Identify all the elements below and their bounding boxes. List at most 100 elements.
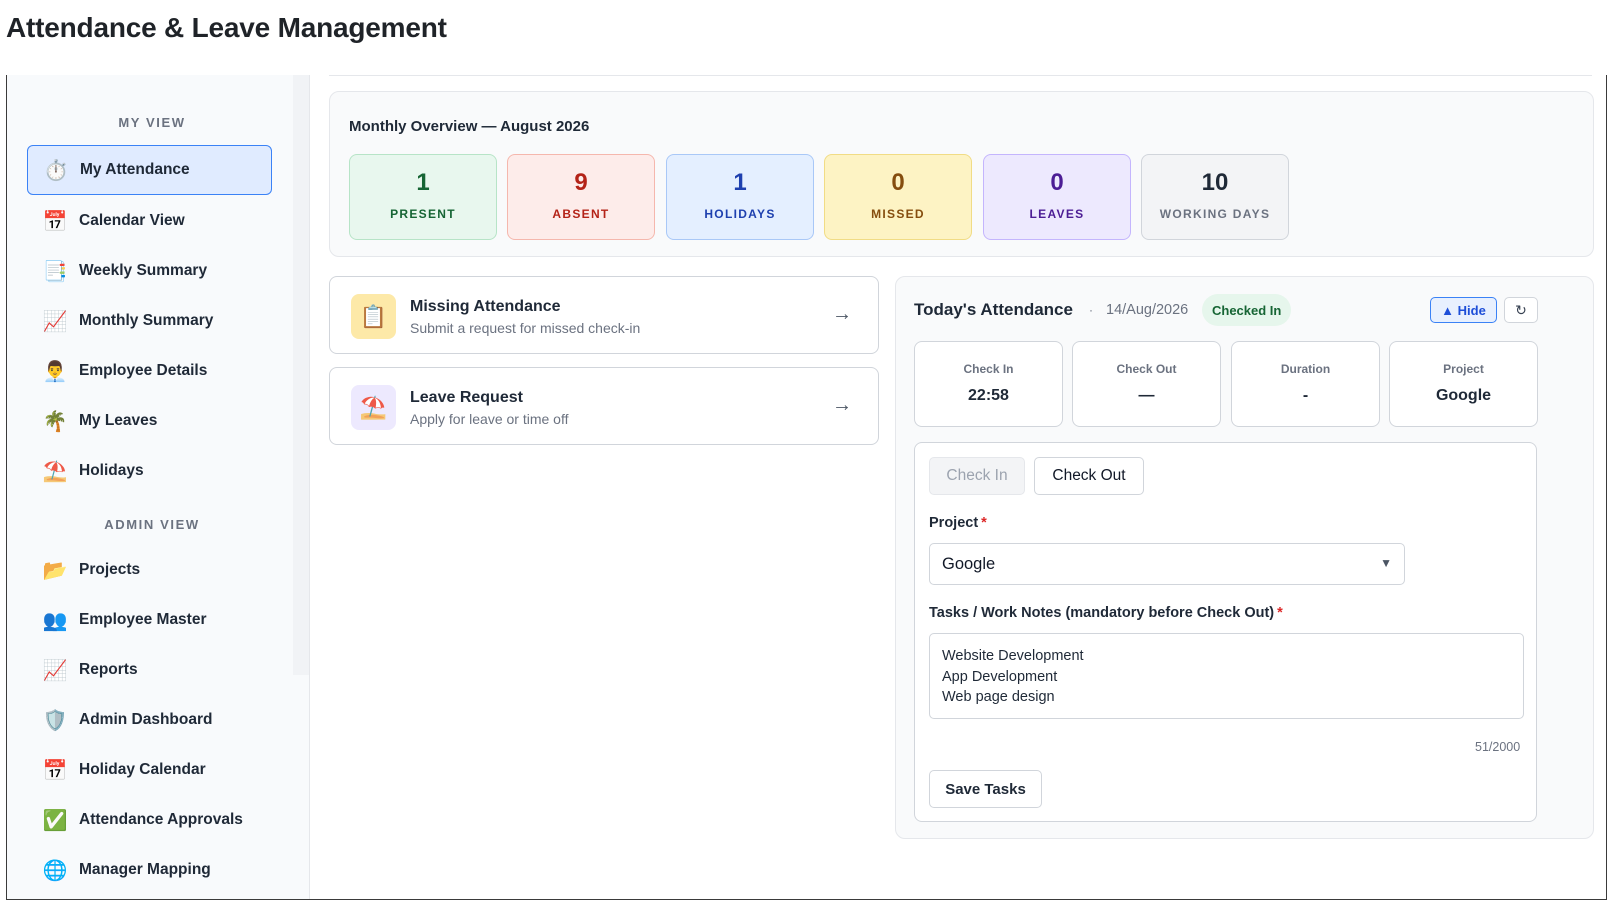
info-label: Check Out bbox=[1116, 362, 1177, 376]
leave-request-card[interactable]: ⛱️ Leave Request Apply for leave or time… bbox=[329, 367, 879, 445]
stat-value: 1 bbox=[733, 169, 747, 196]
refresh-button[interactable]: ↻ bbox=[1504, 297, 1538, 323]
sidebar-item-label: Monthly Summary bbox=[79, 312, 214, 329]
stat-card-leaves: 0 LEAVES bbox=[983, 154, 1131, 240]
check-in-info-card: Check In 22:58 bbox=[914, 341, 1063, 427]
duration-info-card: Duration - bbox=[1231, 341, 1380, 427]
save-tasks-button[interactable]: Save Tasks bbox=[929, 770, 1042, 808]
project-label-text: Project bbox=[929, 515, 979, 531]
stat-label: ABSENT bbox=[552, 207, 610, 221]
stat-label: PRESENT bbox=[390, 207, 456, 221]
card-title: Missing Attendance bbox=[410, 298, 561, 315]
sidebar-item-holidays[interactable]: ⛱️ Holidays bbox=[27, 446, 272, 496]
page-title: Attendance & Leave Management bbox=[6, 12, 447, 43]
stat-value: 1 bbox=[416, 169, 430, 196]
beach-umbrella-icon: ⛱️ bbox=[351, 385, 396, 430]
sidebar-item-employee-details[interactable]: 👨‍💼 Employee Details bbox=[27, 346, 272, 396]
stat-card-missed: 0 MISSED bbox=[824, 154, 972, 240]
sidebar-item-label: Employee Master bbox=[79, 611, 207, 628]
monthly-overview-panel: Monthly Overview — August 2026 1 PRESENT… bbox=[329, 91, 1594, 257]
sidebar-item-projects[interactable]: 📂 Projects bbox=[27, 545, 272, 595]
check-mark-icon: ✅ bbox=[42, 809, 68, 832]
check-out-button[interactable]: Check Out bbox=[1034, 457, 1144, 495]
sidebar-scrollbar[interactable] bbox=[293, 75, 309, 675]
palm-tree-icon: 🌴 bbox=[42, 410, 68, 433]
calendar-icon: 📅 bbox=[42, 210, 68, 233]
info-label: Project bbox=[1443, 362, 1484, 376]
sidebar-item-weekly-summary[interactable]: 📑 Weekly Summary bbox=[27, 246, 272, 296]
tasks-label-text: Tasks / Work Notes (mandatory before Che… bbox=[929, 605, 1275, 621]
info-value: Google bbox=[1435, 387, 1492, 404]
todays-attendance-title: Today's Attendance bbox=[914, 300, 1073, 319]
sidebar-item-label: My Attendance bbox=[80, 161, 190, 178]
attendance-form: Check In Check Out Project * Google ▼ Tas… bbox=[914, 442, 1537, 822]
missing-attendance-card[interactable]: 📋 Missing Attendance Submit a request fo… bbox=[329, 276, 879, 354]
required-mark: * bbox=[981, 515, 987, 531]
check-out-info-card: Check Out — bbox=[1072, 341, 1221, 427]
calendar-icon: 📅 bbox=[42, 759, 68, 782]
chart-up-icon: 📈 bbox=[42, 659, 68, 682]
project-info-card: Project Google bbox=[1389, 341, 1538, 427]
sidebar-item-label: My Leaves bbox=[79, 412, 158, 429]
stat-value: 9 bbox=[574, 169, 588, 196]
divider bbox=[329, 75, 1592, 76]
stat-value: 0 bbox=[1050, 169, 1064, 196]
stat-card-absent: 9 ABSENT bbox=[507, 154, 655, 240]
sidebar-item-label: Admin Dashboard bbox=[79, 711, 213, 728]
sidebar-item-employee-master[interactable]: 👥 Employee Master bbox=[27, 595, 272, 645]
sidebar-item-attendance-approvals[interactable]: ✅ Attendance Approvals bbox=[27, 795, 272, 845]
task-line: Website Development bbox=[942, 648, 1084, 664]
chart-up-icon: 📈 bbox=[42, 310, 68, 333]
sidebar-item-label: Weekly Summary bbox=[79, 262, 208, 279]
stopwatch-icon: ⏱️ bbox=[43, 159, 69, 182]
sidebar-item-admin-dashboard[interactable]: 🛡️ Admin Dashboard bbox=[27, 695, 272, 745]
card-subtitle: Apply for leave or time off bbox=[410, 411, 569, 427]
info-value: 22:58 bbox=[968, 387, 1009, 404]
sidebar-item-label: Reports bbox=[79, 661, 138, 678]
sidebar-item-holiday-calendar[interactable]: 📅 Holiday Calendar bbox=[27, 745, 272, 795]
sidebar-item-label: Attendance Approvals bbox=[79, 811, 243, 828]
sidebar-item-label: Holidays bbox=[79, 462, 144, 479]
sidebar-item-reports[interactable]: 📈 Reports bbox=[27, 645, 272, 695]
section-title-admin-view: ADMIN VIEW bbox=[104, 517, 200, 532]
separator-dot: · bbox=[1089, 303, 1093, 317]
sidebar-item-my-leaves[interactable]: 🌴 My Leaves bbox=[27, 396, 272, 446]
chevron-down-icon: ▼ bbox=[1380, 556, 1392, 570]
card-title: Leave Request bbox=[410, 389, 523, 406]
sidebar: MY VIEW ⏱️ My Attendance 📅 Calendar View… bbox=[7, 75, 310, 899]
sidebar-item-calendar-view[interactable]: 📅 Calendar View bbox=[27, 196, 272, 246]
stat-card-working-days: 10 WORKING DAYS bbox=[1141, 154, 1289, 240]
beach-umbrella-icon: ⛱️ bbox=[42, 460, 68, 483]
project-select-value: Google bbox=[942, 554, 996, 573]
sidebar-item-label: Calendar View bbox=[79, 212, 185, 229]
globe-icon: 🌐 bbox=[42, 859, 68, 882]
clipboard-icon: 📋 bbox=[351, 294, 396, 339]
info-label: Duration bbox=[1280, 362, 1331, 376]
stat-value: 0 bbox=[891, 169, 905, 196]
folder-icon: 📂 bbox=[42, 559, 68, 582]
project-select[interactable]: Google ▼ bbox=[929, 543, 1405, 585]
required-mark: * bbox=[1277, 605, 1283, 621]
tasks-field-label: Tasks / Work Notes (mandatory before Che… bbox=[929, 605, 1283, 621]
project-field-label: Project * bbox=[929, 515, 987, 531]
section-title-my-view: MY VIEW bbox=[118, 115, 186, 130]
overview-title: Monthly Overview — August 2026 bbox=[349, 118, 590, 135]
check-in-button[interactable]: Check In bbox=[929, 457, 1025, 495]
task-line: Web page design bbox=[942, 689, 1055, 705]
stat-label: HOLIDAYS bbox=[704, 207, 776, 221]
info-label: Check In bbox=[963, 362, 1014, 376]
sidebar-item-manager-mapping[interactable]: 🌐 Manager Mapping bbox=[27, 845, 272, 895]
tasks-textarea[interactable]: Website Development App Development Web … bbox=[929, 633, 1524, 719]
sidebar-item-monthly-summary[interactable]: 📈 Monthly Summary bbox=[27, 296, 272, 346]
sidebar-item-label: Projects bbox=[79, 561, 141, 578]
arrow-right-icon: → bbox=[832, 303, 852, 325]
shield-icon: 🛡️ bbox=[42, 709, 68, 732]
document-icon: 📑 bbox=[42, 260, 68, 283]
sidebar-item-label: Holiday Calendar bbox=[79, 761, 206, 778]
stat-label: MISSED bbox=[871, 207, 925, 221]
info-value: — bbox=[1138, 387, 1155, 404]
sidebar-item-my-attendance[interactable]: ⏱️ My Attendance bbox=[27, 145, 272, 195]
hide-button[interactable]: ▲ Hide bbox=[1430, 297, 1497, 323]
users-icon: 👥 bbox=[42, 609, 68, 632]
info-value: - bbox=[1302, 387, 1309, 404]
